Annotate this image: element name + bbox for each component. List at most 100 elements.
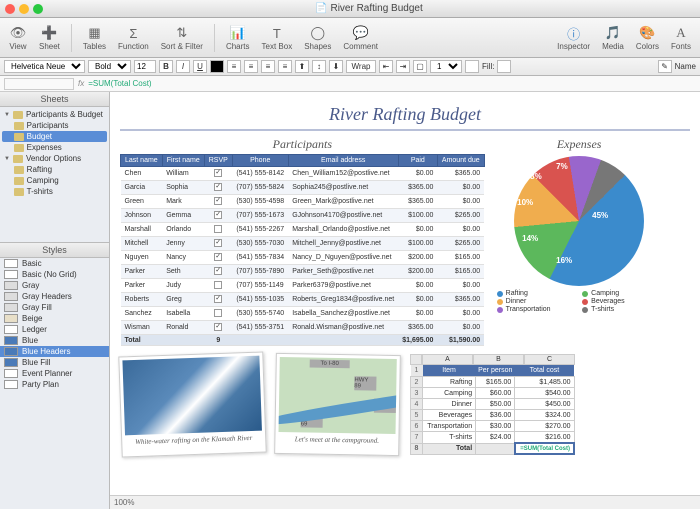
table-row[interactable]: NguyenNancy(541) 555-7834Nancy_D_Nguyen@… bbox=[121, 251, 485, 265]
colors-button[interactable]: 🎨Colors bbox=[633, 23, 662, 52]
valign-bot-button[interactable]: ⬇ bbox=[329, 60, 343, 73]
view-button[interactable]: 👁View bbox=[6, 23, 30, 52]
style-item[interactable]: Ledger bbox=[0, 324, 109, 335]
color-button[interactable] bbox=[210, 60, 224, 73]
table-row[interactable]: 3Camping$60.00$540.00 bbox=[411, 388, 575, 399]
sidebar-item[interactable]: Expenses bbox=[2, 142, 107, 153]
charts-button[interactable]: 📊Charts bbox=[223, 23, 253, 52]
col-header[interactable]: Last name bbox=[121, 155, 163, 167]
shapes-button[interactable]: ◯Shapes bbox=[301, 23, 334, 52]
comment-button[interactable]: 💬Comment bbox=[340, 23, 381, 52]
sidebar-item[interactable]: Rafting bbox=[2, 164, 107, 175]
col-header[interactable]: Paid bbox=[398, 155, 437, 167]
table-row[interactable]: RobertsGreg(541) 555-1035Roberts_Greg183… bbox=[121, 293, 485, 307]
grid-col-header[interactable]: B bbox=[473, 354, 524, 365]
col-header[interactable]: Phone bbox=[232, 155, 288, 167]
align-center-button[interactable]: ≡ bbox=[244, 60, 258, 73]
border-button[interactable]: ▢ bbox=[413, 60, 427, 73]
grid-col-header[interactable]: C bbox=[524, 354, 575, 365]
tables-button[interactable]: ▦Tables bbox=[80, 23, 109, 52]
arrange-button[interactable]: ✎ bbox=[658, 60, 672, 73]
col-header[interactable]: Per person bbox=[476, 365, 515, 377]
table-row[interactable]: MitchellJenny(530) 555-7030Mitchell_Jenn… bbox=[121, 237, 485, 251]
table-row[interactable]: JohnsonGemma(707) 555-1673GJohnson4170@p… bbox=[121, 209, 485, 223]
col-header[interactable]: First name bbox=[162, 155, 204, 167]
italic-button[interactable]: I bbox=[176, 60, 190, 73]
table-row[interactable]: 6Transportation$30.00$270.00 bbox=[411, 421, 575, 432]
media-button[interactable]: 🎵Media bbox=[599, 23, 627, 52]
stroke-color[interactable] bbox=[465, 60, 479, 73]
expenses-pie-chart[interactable]: 45%16%14%10%8%7% bbox=[514, 156, 644, 286]
budget-table[interactable]: 1ItemPer personTotal cost 2Rafting$165.0… bbox=[410, 365, 575, 455]
style-item[interactable]: Basic (No Grid) bbox=[0, 269, 109, 280]
valign-top-button[interactable]: ⬆ bbox=[295, 60, 309, 73]
font-select[interactable]: Helvetica Neue bbox=[4, 60, 85, 73]
style-item[interactable]: Blue Headers bbox=[0, 346, 109, 357]
valign-mid-button[interactable]: ↕ bbox=[312, 60, 326, 73]
col-header[interactable]: Amount due bbox=[437, 155, 484, 167]
sidebar-item[interactable]: T-shirts bbox=[2, 186, 107, 197]
table-row[interactable]: 5Beverages$36.00$324.00 bbox=[411, 410, 575, 421]
fill-color[interactable] bbox=[497, 60, 511, 73]
style-item[interactable]: Gray bbox=[0, 280, 109, 291]
underline-button[interactable]: U bbox=[193, 60, 207, 73]
inspector-button[interactable]: ⓘInspector bbox=[554, 23, 593, 52]
minimize-button[interactable] bbox=[19, 4, 29, 14]
table-row[interactable]: GreenMark(530) 555-4598Green_Mark@postli… bbox=[121, 195, 485, 209]
zoom-level[interactable]: 100% bbox=[114, 498, 134, 507]
cell-reference[interactable] bbox=[4, 78, 74, 90]
sidebar-item[interactable]: Participants bbox=[2, 120, 107, 131]
participants-table[interactable]: Last nameFirst nameRSVPPhoneEmail addres… bbox=[120, 154, 485, 346]
style-item[interactable]: Basic bbox=[0, 258, 109, 269]
indent-more-button[interactable]: ⇥ bbox=[396, 60, 410, 73]
align-justify-button[interactable]: ≡ bbox=[278, 60, 292, 73]
total-row[interactable]: 8Total=SUM(Total Cost) bbox=[411, 443, 575, 454]
fonts-button[interactable]: AFonts bbox=[668, 23, 694, 52]
formula-input[interactable]: =SUM(Total Cost) bbox=[88, 79, 151, 88]
style-item[interactable]: Party Plan bbox=[0, 379, 109, 390]
function-button[interactable]: ΣFunction bbox=[115, 23, 152, 52]
close-button[interactable] bbox=[5, 4, 15, 14]
style-item[interactable]: Blue bbox=[0, 335, 109, 346]
sidebar-item[interactable]: Camping bbox=[2, 175, 107, 186]
bold-button[interactable]: B bbox=[159, 60, 173, 73]
col-header[interactable]: Total cost bbox=[515, 365, 574, 377]
style-item[interactable]: Beige bbox=[0, 313, 109, 324]
table-row[interactable]: WismanRonald(541) 555-3751Ronald.Wisman@… bbox=[121, 321, 485, 335]
sidebar-item[interactable]: ▼Vendor Options bbox=[2, 153, 107, 164]
style-select[interactable]: Bold bbox=[88, 60, 131, 73]
align-left-button[interactable]: ≡ bbox=[227, 60, 241, 73]
style-item[interactable]: Blue Fill bbox=[0, 357, 109, 368]
stroke-select[interactable]: 1 pt bbox=[430, 60, 462, 73]
table-row[interactable]: 7T-shirts$24.00$216.00 bbox=[411, 432, 575, 444]
table-row[interactable]: ChenWilliam(541) 555-8142Chen_William152… bbox=[121, 167, 485, 181]
zoom-button[interactable] bbox=[33, 4, 43, 14]
style-item[interactable]: Event Planner bbox=[0, 368, 109, 379]
wrap-button[interactable]: Wrap bbox=[346, 60, 376, 73]
col-header[interactable]: Email address bbox=[288, 155, 398, 167]
sort-filter-button[interactable]: ⇅Sort & Filter bbox=[158, 23, 206, 52]
table-row[interactable]: ParkerJudy(707) 555-1149Parker6379@postl… bbox=[121, 279, 485, 293]
align-right-button[interactable]: ≡ bbox=[261, 60, 275, 73]
table-row[interactable]: MarshallOrlando(541) 555-2267Marshall_Or… bbox=[121, 223, 485, 237]
table-row[interactable]: 2Rafting$165.00$1,485.00 bbox=[411, 377, 575, 388]
size-input[interactable] bbox=[134, 60, 156, 73]
sidebar-item[interactable]: Budget bbox=[2, 131, 107, 142]
sheet-button[interactable]: ➕Sheet bbox=[36, 23, 63, 52]
table-row[interactable]: GarciaSophia(707) 555-5824Sophia245@post… bbox=[121, 181, 485, 195]
table-row[interactable]: ParkerSeth(707) 555-7890Parker_Seth@post… bbox=[121, 265, 485, 279]
indent-less-button[interactable]: ⇤ bbox=[379, 60, 393, 73]
style-item[interactable]: Gray Fill bbox=[0, 302, 109, 313]
col-header[interactable]: RSVP bbox=[204, 155, 232, 167]
grid-col-header[interactable]: A bbox=[422, 354, 473, 365]
table-row[interactable]: SanchezIsabella(530) 555-5740Isabella_Sa… bbox=[121, 307, 485, 321]
photo-card[interactable]: White-water rafting on the Klamath River bbox=[118, 352, 266, 458]
map-card[interactable]: To I-80 HWY 89 HWY 49 HWY 69 Let's meet … bbox=[274, 353, 401, 456]
style-item[interactable]: Gray Headers bbox=[0, 291, 109, 302]
slice-label: 8% bbox=[530, 172, 542, 181]
textbox-button[interactable]: TText Box bbox=[259, 23, 296, 52]
canvas[interactable]: River Rafting Budget Participants Last n… bbox=[110, 92, 700, 509]
sidebar-item[interactable]: ▼Participants & Budget bbox=[2, 109, 107, 120]
table-row[interactable]: 4Dinner$50.00$450.00 bbox=[411, 399, 575, 410]
col-header[interactable]: Item bbox=[423, 365, 476, 377]
